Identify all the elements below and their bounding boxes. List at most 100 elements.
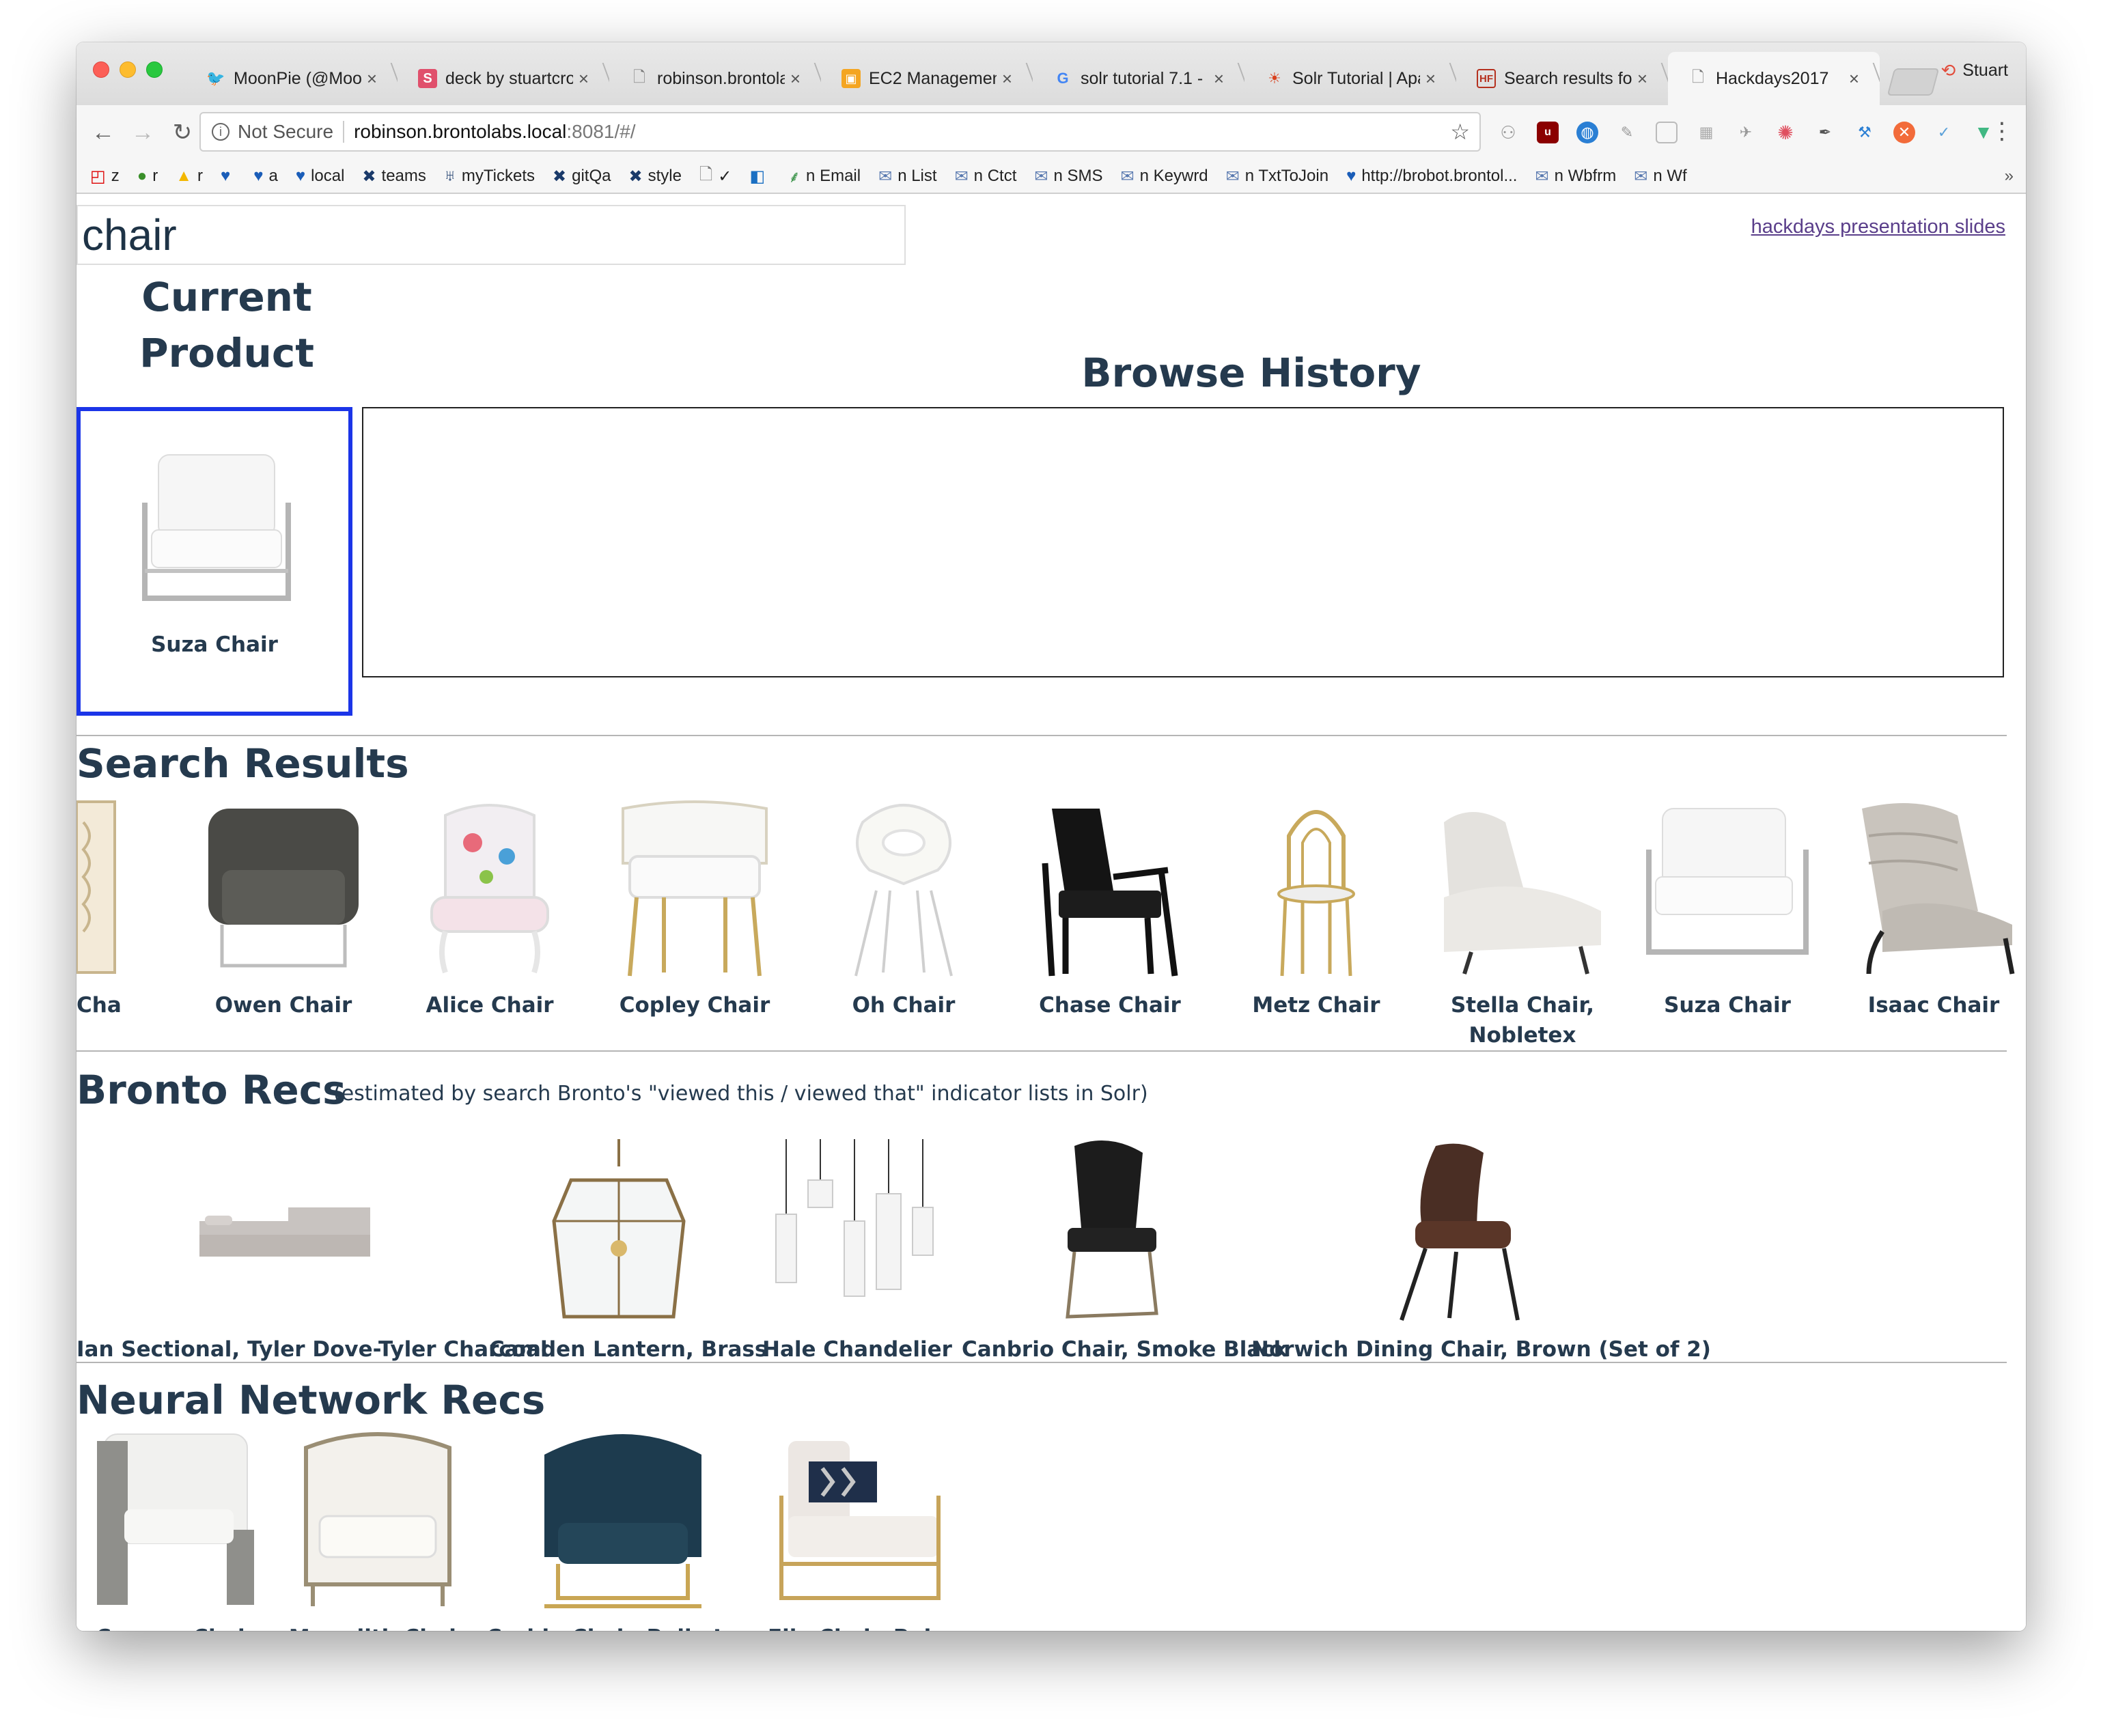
tab-close-icon[interactable]: ×: [367, 68, 377, 89]
product-name: Owen Chair: [214, 993, 352, 1018]
grid-icon[interactable]: ▦: [1695, 122, 1717, 143]
tab-close-icon[interactable]: ×: [1425, 68, 1436, 89]
pencil-icon[interactable]: ✎: [1616, 122, 1638, 143]
neural-rec-item[interactable]: Meredith Chair: [279, 1427, 477, 1631]
tab-title: EC2 Management: [869, 68, 997, 88]
ublock-icon[interactable]: u: [1537, 122, 1559, 143]
close-window-button[interactable]: [93, 61, 109, 78]
mail-icon: ✉: [1034, 167, 1048, 186]
neural-rec-item[interactable]: Cosway Chair: [76, 1427, 275, 1631]
checklist-icon[interactable]: ✓: [1933, 122, 1955, 143]
product-name: Oh Chair: [852, 993, 956, 1018]
current-product-card[interactable]: Suza Chair: [76, 407, 352, 716]
presentation-slides-link[interactable]: hackdays presentation slides: [1751, 216, 2005, 238]
bookmark-item[interactable]: ● r: [137, 167, 158, 186]
tab-close-icon[interactable]: ×: [1637, 68, 1647, 89]
eyedropper-icon[interactable]: ✒: [1814, 122, 1836, 143]
search-result-item[interactable]: Alice Chair: [398, 795, 582, 1020]
bookmark-item[interactable]: ♥ http://brobot.brontol...: [1346, 167, 1517, 186]
search-result-item[interactable]: Copley Chair: [602, 795, 787, 1020]
bookmark-item[interactable]: ✉ n Ctct: [955, 167, 1017, 186]
tab-close-icon[interactable]: ×: [1214, 68, 1224, 89]
heart-icon: ♥: [220, 167, 231, 185]
address-bar[interactable]: i Not Secure robinson.brontolabs.local :…: [199, 112, 1481, 152]
bookmark-item[interactable]: ♥: [221, 167, 236, 186]
bookmark-item[interactable]: ⸙ n Email: [788, 165, 861, 188]
bookmark-item[interactable]: ✉ n TxtToJoin: [1226, 167, 1328, 186]
product-image: [83, 1427, 268, 1612]
browse-history-heading: Browse History: [1081, 350, 1421, 396]
color-wheel-icon[interactable]: ✺: [1775, 122, 1796, 143]
bookmark-item[interactable]: 🗋 ✓: [699, 163, 732, 191]
bookmark-star-icon[interactable]: ☆: [1450, 119, 1470, 145]
profile-name: Stuart: [1962, 61, 2008, 80]
back-button[interactable]: ←: [83, 113, 123, 152]
bookmark-item[interactable]: ✉ n Wbfrm: [1535, 167, 1616, 186]
extension-icons: ⚇ u ◍ ✎ ▦ ✈ ✺ ✒ ⚒ ✕ ✓ ▼: [1497, 105, 1994, 160]
extension-icon[interactable]: ⚇: [1497, 122, 1519, 143]
info-icon[interactable]: i: [212, 123, 229, 141]
product-image: [1018, 795, 1202, 979]
search-result-item[interactable]: Isaac Chair: [1841, 795, 2026, 1020]
reload-button[interactable]: ↻: [163, 113, 202, 152]
bookmark-item[interactable]: ✉ n List: [878, 167, 936, 186]
search-result-item[interactable]: Chair: [76, 795, 122, 1020]
bookmark-item[interactable]: ✉ n SMS: [1034, 167, 1102, 186]
tab-close-icon[interactable]: ×: [1849, 68, 1859, 89]
new-tab-button[interactable]: [1887, 68, 1940, 96]
devtools-icon[interactable]: ⚒: [1854, 122, 1876, 143]
product-image: [191, 795, 376, 979]
extension-icon[interactable]: [1656, 122, 1678, 143]
bookmark-item[interactable]: ▲ r: [176, 167, 203, 186]
tab-hackdays[interactable]: 🗋 Hackdays2017 ×: [1668, 52, 1880, 105]
neural-rec-item[interactable]: Elle Chair, Beige: [768, 1427, 960, 1631]
feather-icon[interactable]: ✈: [1735, 122, 1757, 143]
arrow-right-icon: →: [131, 119, 154, 145]
bookmark-item[interactable]: ✉ n Wf: [1634, 167, 1686, 186]
bookmark-item[interactable]: ✖ gitQa: [553, 167, 611, 186]
bookmark-item[interactable]: ✉ n Keywrd: [1121, 167, 1208, 186]
bookmark-item[interactable]: ◧: [749, 167, 770, 186]
bookmark-item[interactable]: ♅ myTickets: [444, 167, 535, 186]
product-image: [1224, 795, 1408, 979]
bronto-rec-item[interactable]: Canbrio Chair, Smoke Black: [962, 1139, 1288, 1364]
tab-ec2[interactable]: ▣ EC2 Management ×: [821, 52, 1033, 105]
search-result-item[interactable]: Metz Chair: [1224, 795, 1408, 1020]
bookmarks-overflow-button[interactable]: »: [2005, 167, 2014, 186]
product-name: Cosway Chair: [76, 1623, 275, 1631]
globe-icon[interactable]: ◍: [1576, 122, 1598, 143]
tab-close-icon[interactable]: ×: [790, 68, 801, 89]
menu-icon[interactable]: ⋮: [1990, 117, 2014, 145]
bronto-rec-item[interactable]: Hale Chandelier: [762, 1139, 952, 1364]
bronto-rec-item[interactable]: Camden Lantern, Brass: [489, 1139, 767, 1364]
tab-google[interactable]: G solr tutorial 7.1 - G ×: [1033, 52, 1244, 105]
search-result-item[interactable]: Oh Chair: [811, 795, 996, 1020]
forward-button[interactable]: →: [123, 113, 163, 152]
neural-rec-item[interactable]: Corbin Chair, Bella Jasper: [486, 1427, 788, 1631]
search-result-item[interactable]: Stella Chair, Nobletex: [1430, 795, 1615, 1050]
bookmark-item[interactable]: ♥ local: [296, 167, 345, 186]
bookmark-item[interactable]: ✖ teams: [362, 167, 426, 186]
search-result-item[interactable]: Owen Chair: [191, 795, 376, 1020]
search-result-item[interactable]: Chase Chair: [1018, 795, 1202, 1020]
bookmark-item[interactable]: ♥ a: [253, 167, 278, 186]
bookmark-item[interactable]: ◰ z: [90, 167, 120, 186]
tab-solr[interactable]: ☀ Solr Tutorial | Apa ×: [1244, 52, 1456, 105]
tab-close-icon[interactable]: ×: [1002, 68, 1012, 89]
zoom-window-button[interactable]: [146, 61, 163, 78]
tab-slides[interactable]: S deck by stuartcro ×: [398, 52, 609, 105]
minimize-window-button[interactable]: [120, 61, 136, 78]
tab-twitter[interactable]: 🐦 MoonPie (@Moon ×: [186, 52, 398, 105]
bronto-rec-item[interactable]: Norwich Dining Chair, Brown (Set of 2): [1251, 1139, 1711, 1364]
profile-button[interactable]: ⟲ Stuart: [1941, 60, 2009, 81]
tab-close-icon[interactable]: ×: [579, 68, 589, 89]
extension-icon[interactable]: ✕: [1893, 122, 1915, 143]
tab-title: MoonPie (@Moon: [234, 68, 361, 88]
tab-robinson[interactable]: 🗋 robinson.brontola ×: [609, 52, 821, 105]
tab-search-results[interactable]: HF Search results for ×: [1456, 52, 1668, 105]
bookmark-item[interactable]: ✖ style: [628, 167, 681, 186]
bronto-rec-item[interactable]: Ian Sectional, Tyler Dove-Tyler Charcoal: [76, 1139, 548, 1364]
search-input[interactable]: chair: [76, 205, 906, 265]
neural-recs-heading: Neural Network Recs: [76, 1377, 546, 1423]
search-result-item[interactable]: Suza Chair: [1635, 795, 1820, 1020]
